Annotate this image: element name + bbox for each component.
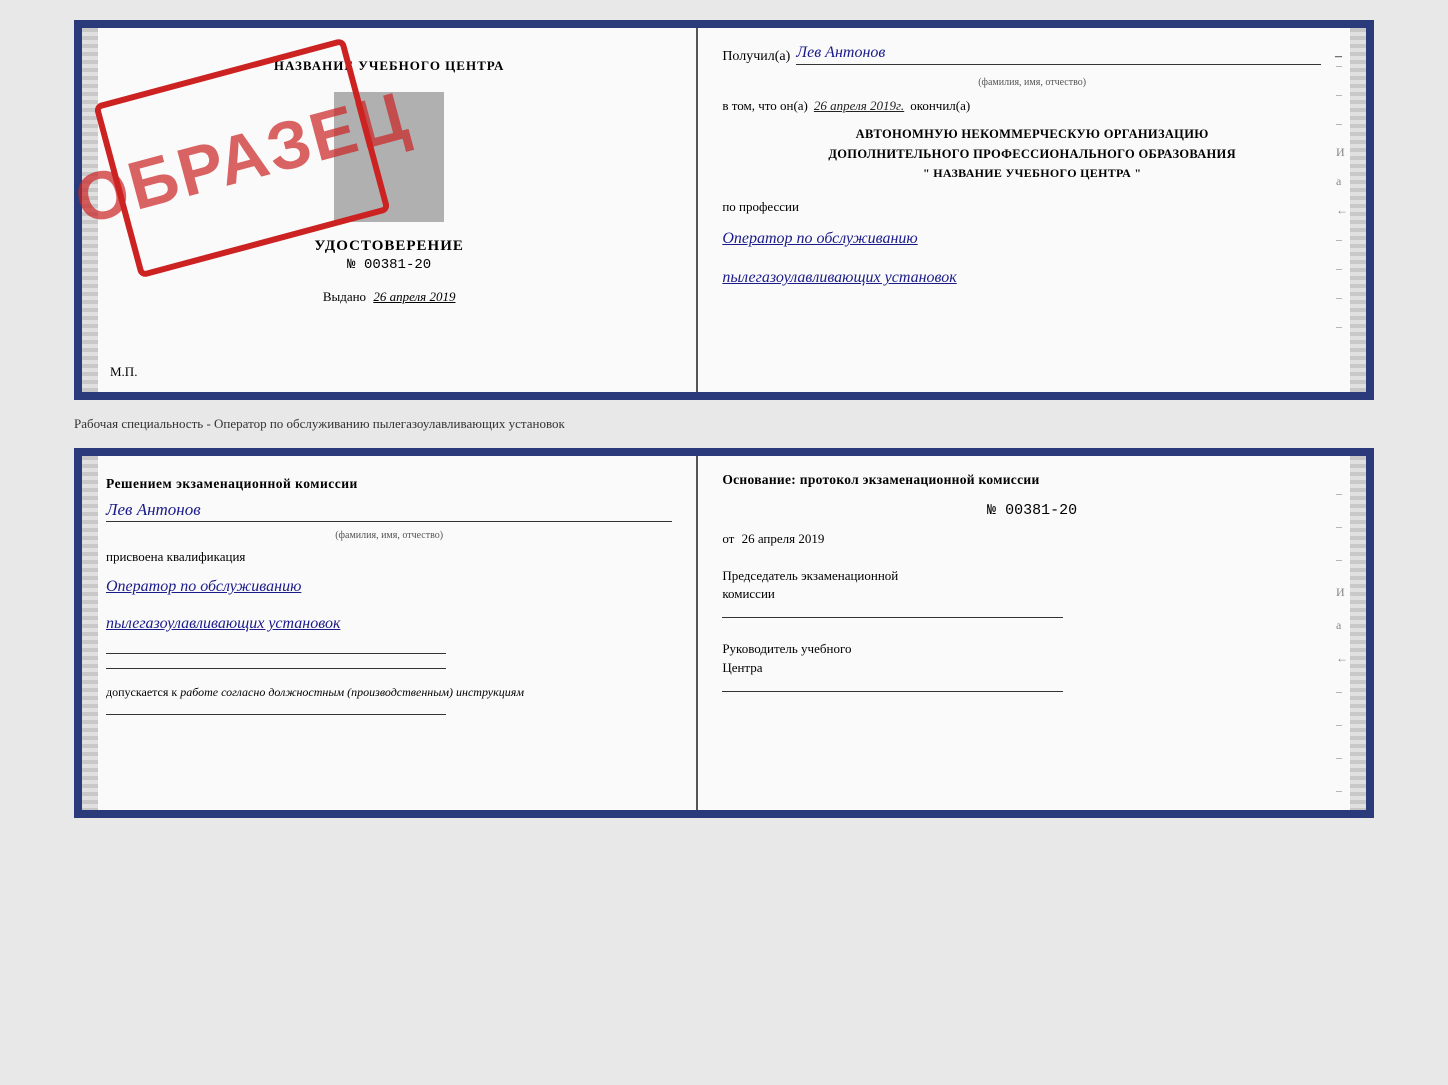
okonchil-label: окончил(а) xyxy=(910,98,970,114)
rukovoditel-sig-line xyxy=(722,691,1063,692)
cert-bottom-right: Основание: протокол экзаменационной коми… xyxy=(698,456,1366,810)
bdash-7: – xyxy=(1336,684,1348,699)
dopuskaetsya-text: допускается к работе согласно должностны… xyxy=(106,685,672,700)
bdash-3: – xyxy=(1336,552,1348,567)
dash-5: а xyxy=(1336,174,1348,189)
bottom-fio-sub: (фамилия, имя, отчество) xyxy=(106,530,672,541)
predsedatel-sig-line xyxy=(722,617,1063,618)
certificate-top: НАЗВАНИЕ УЧЕБНОГО ЦЕНТРА УДОСТОВЕРЕНИЕ №… xyxy=(74,20,1374,400)
dash-4: И xyxy=(1336,145,1348,160)
vydano-date: 26 апреля 2019 xyxy=(373,289,455,304)
photo-placeholder xyxy=(334,92,444,222)
bdash-2: – xyxy=(1336,519,1348,534)
org-line1: АВТОНОМНУЮ НЕКОММЕРЧЕСКУЮ ОРГАНИЗАЦИЮ xyxy=(722,124,1342,144)
poluchil-row: Получил(а) Лев Антонов – xyxy=(722,44,1342,65)
udostoverenie-label: УДОСТОВЕРЕНИЕ xyxy=(314,238,464,255)
predsedatel-label: Председатель экзаменационной комиссии xyxy=(722,567,1342,603)
vydano-line: Выдано 26 апреля 2019 xyxy=(323,289,456,305)
dash-1: – xyxy=(1336,58,1348,73)
predsedatel-line1: Председатель экзаменационной xyxy=(722,567,1342,585)
dash-9: – xyxy=(1336,290,1348,305)
org-name-quotes: " НАЗВАНИЕ УЧЕБНОГО ЦЕНТРА " xyxy=(722,164,1342,183)
osnovanie-label: Основание: протокол экзаменационной коми… xyxy=(722,472,1342,488)
fio-subtext-top: (фамилия, имя, отчество) xyxy=(722,77,1342,88)
bdash-9: – xyxy=(1336,750,1348,765)
bdash-4: И xyxy=(1336,585,1348,600)
right-side-bars-bottom: – – – И а ← – – – – xyxy=(1336,486,1348,798)
right-side-bars-top: – – – И а ← – – – – xyxy=(1336,58,1348,334)
ot-date: от 26 апреля 2019 xyxy=(722,531,1342,547)
po-professii-label: по профессии xyxy=(722,199,1342,215)
certificate-bottom: Решением экзаменационной комиссии Лев Ан… xyxy=(74,448,1374,818)
empty-sig-line-2 xyxy=(106,668,446,669)
vtom-label: в том, что он(а) xyxy=(722,98,808,114)
bdash-5: а xyxy=(1336,618,1348,633)
rukovoditel-line1: Руководитель учебного xyxy=(722,640,1342,658)
poluchil-name: Лев Антонов xyxy=(796,44,1321,65)
bdash-6: ← xyxy=(1336,651,1348,666)
cert-bottom-left: Решением экзаменационной комиссии Лев Ан… xyxy=(82,456,698,810)
ot-label: от xyxy=(722,531,734,546)
bdash-10: – xyxy=(1336,783,1348,798)
mp-line: М.П. xyxy=(110,364,137,380)
dash-10: – xyxy=(1336,319,1348,334)
empty-sig-line-3 xyxy=(106,714,446,715)
cert-right: Получил(а) Лев Антонов – (фамилия, имя, … xyxy=(698,28,1366,392)
dash-8: – xyxy=(1336,261,1348,276)
bottom-profession-line2: пылегазоулавливающих установок xyxy=(106,610,672,639)
vtom-row: в том, что он(а) 26 апреля 2019г. окончи… xyxy=(722,98,1342,114)
empty-sig-line-1 xyxy=(106,653,446,654)
dash-3: – xyxy=(1336,116,1348,131)
rukovoditel-label: Руководитель учебного Центра xyxy=(722,640,1342,676)
dopuskaetsya-label: допускается к xyxy=(106,685,177,699)
resheniem-text: Решением экзаменационной комиссии xyxy=(106,476,672,492)
vtom-date: 26 апреля 2019г. xyxy=(814,98,904,114)
doc-number-top: № 00381-20 xyxy=(347,257,431,273)
bdash-8: – xyxy=(1336,717,1348,732)
dash-7: – xyxy=(1336,232,1348,247)
org-line2: ДОПОЛНИТЕЛЬНОГО ПРОФЕССИОНАЛЬНОГО ОБРАЗО… xyxy=(722,144,1342,164)
bottom-name: Лев Антонов xyxy=(106,500,672,522)
document-wrapper: НАЗВАНИЕ УЧЕБНОГО ЦЕНТРА УДОСТОВЕРЕНИЕ №… xyxy=(74,20,1374,818)
predsedatel-line2: комиссии xyxy=(722,585,1342,603)
training-center-name-top: НАЗВАНИЕ УЧЕБНОГО ЦЕНТРА xyxy=(274,58,505,74)
ot-date-value: 26 апреля 2019 xyxy=(742,531,825,546)
bdash-1: – xyxy=(1336,486,1348,501)
protocol-number-bottom: № 00381-20 xyxy=(722,502,1342,519)
dopuskaetsya-italic: работе согласно должностным (производств… xyxy=(180,685,524,699)
dash-6: ← xyxy=(1336,203,1348,218)
profession-line1-top: Оператор по обслуживанию xyxy=(722,225,1342,254)
poluchil-label: Получил(а) xyxy=(722,49,790,65)
rukovoditel-line2: Центра xyxy=(722,659,1342,677)
vydano-label: Выдано xyxy=(323,289,366,304)
middle-text: Рабочая специальность - Оператор по обсл… xyxy=(74,410,1374,438)
prisvoyena-label: присвоена квалификация xyxy=(106,549,672,565)
cert-left: НАЗВАНИЕ УЧЕБНОГО ЦЕНТРА УДОСТОВЕРЕНИЕ №… xyxy=(82,28,698,392)
profession-line2-top: пылегазоулавливающих установок xyxy=(722,264,1342,293)
bottom-profession-line1: Оператор по обслуживанию xyxy=(106,573,672,602)
dash-2: – xyxy=(1336,87,1348,102)
org-block: АВТОНОМНУЮ НЕКОММЕРЧЕСКУЮ ОРГАНИЗАЦИЮ ДО… xyxy=(722,124,1342,183)
